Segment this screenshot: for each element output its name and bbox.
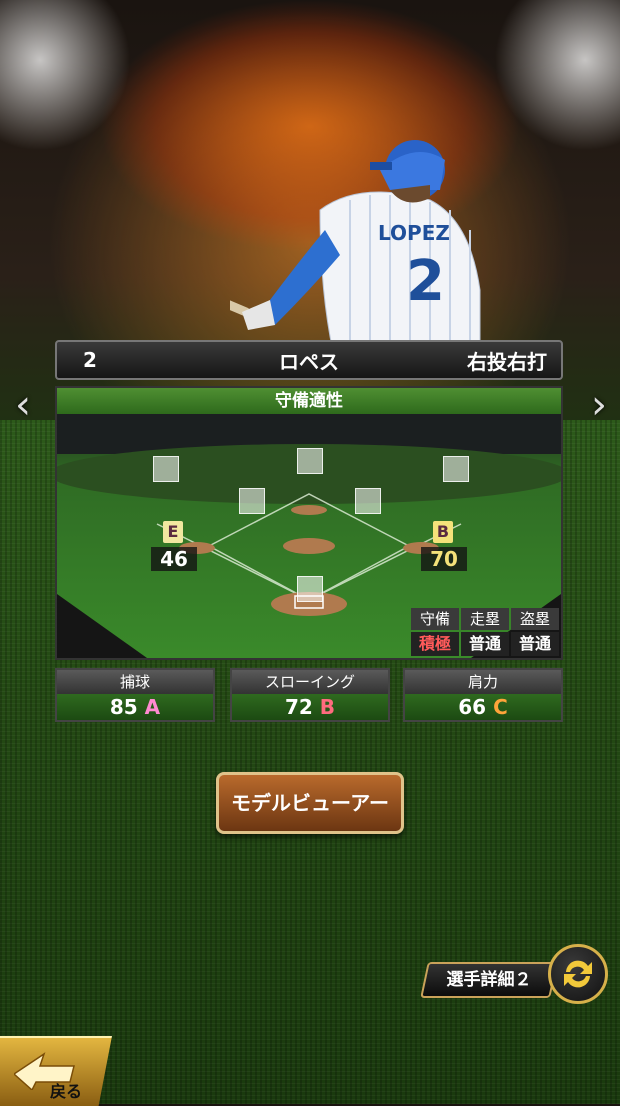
throwing-label: スローイング: [232, 670, 388, 694]
baserunning-header: 走塁: [461, 608, 509, 630]
back-label: 戻る: [50, 1082, 83, 1101]
chevron-right-icon[interactable]: ›: [582, 382, 616, 428]
arm-strength-value: 66: [458, 695, 487, 719]
position-right-field[interactable]: [443, 456, 469, 482]
position-shortstop[interactable]: [239, 488, 265, 514]
model-viewer-button[interactable]: モデルビューアー: [216, 772, 404, 834]
third-base-value: 46: [151, 547, 197, 571]
back-button[interactable]: 戻る: [0, 1036, 112, 1106]
swap-icon[interactable]: [548, 944, 608, 1004]
uniform-name: LOPEZ: [378, 221, 450, 245]
chevron-left-icon[interactable]: ‹: [6, 382, 40, 428]
uniform-number: 2: [406, 249, 445, 314]
stealing-value: 普通: [511, 632, 559, 656]
arm-strength-grade: C: [493, 695, 508, 719]
defense-value: 積極: [411, 632, 459, 656]
catching-stat-card: 捕球 85 A: [55, 668, 215, 722]
arm-strength-label: 肩力: [405, 670, 561, 694]
third-base-grade: E: [163, 521, 183, 543]
player-number: 2: [83, 348, 97, 372]
arm-strength-stat-card: 肩力 66 C: [403, 668, 563, 722]
running-defense-summary: 守備 走塁 盗塁 積極 普通 普通: [411, 608, 559, 656]
defense-aptitude-panel: 守備適性 E 46 B 70 守備 走塁 盗塁 積極 普通 普通: [55, 386, 563, 660]
player-detail-button[interactable]: 選手詳細２: [420, 962, 558, 998]
player-throw-bat: 右投右打: [467, 349, 547, 374]
position-left-field[interactable]: [153, 456, 179, 482]
first-base-value: 70: [421, 547, 467, 571]
throwing-grade: B: [319, 695, 336, 719]
position-center-field[interactable]: [297, 448, 323, 474]
position-catcher[interactable]: [297, 576, 323, 602]
player-name-bar: 2 ロペス 右投右打: [55, 340, 563, 380]
defense-aptitude-title: 守備適性: [57, 388, 561, 414]
position-second-base[interactable]: [355, 488, 381, 514]
first-base-grade: B: [433, 521, 453, 543]
baserunning-value: 普通: [461, 632, 509, 656]
catching-value: 85: [109, 695, 138, 719]
catching-grade: A: [144, 695, 161, 719]
stealing-header: 盗塁: [511, 608, 559, 630]
defense-header: 守備: [411, 608, 459, 630]
player-detail-label: 選手詳細２: [446, 970, 532, 990]
throwing-stat-card: スローイング 72 B: [230, 668, 390, 722]
throwing-value: 72: [284, 695, 313, 719]
catching-label: 捕球: [57, 670, 213, 694]
